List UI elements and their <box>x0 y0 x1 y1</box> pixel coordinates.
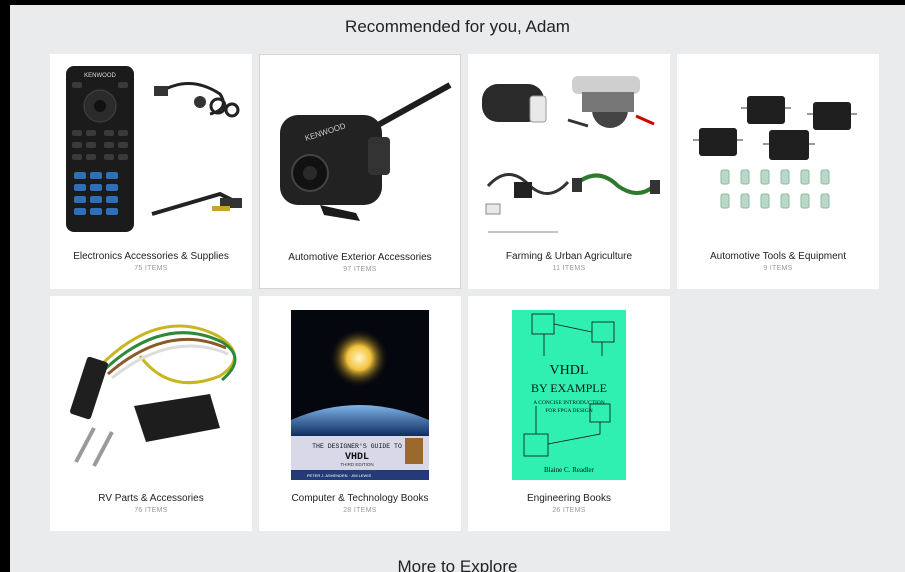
svg-text:FOR FPGA DESIGN: FOR FPGA DESIGN <box>545 408 592 414</box>
category-count: 76 ITEMS <box>134 507 168 514</box>
category-card-electronics[interactable]: KENWOOD Electronics Accessories & Suppli… <box>50 54 252 289</box>
svg-text:PETER J. ASHENDEN · JIM LEWIS: PETER J. ASHENDEN · JIM LEWIS <box>307 473 372 478</box>
category-name: Engineering Books <box>527 493 611 504</box>
category-image: THE DESIGNER'S GUIDE TO VHDL THIRD EDITI… <box>259 296 461 486</box>
category-count: 97 ITEMS <box>343 266 377 273</box>
svg-text:A CONCISE INTRODUCTION: A CONCISE INTRODUCTION <box>533 400 605 406</box>
category-count: 11 ITEMS <box>552 265 586 272</box>
category-image: KENWOOD <box>50 54 252 244</box>
category-name: Automotive Tools & Equipment <box>709 251 846 262</box>
category-image <box>50 296 252 486</box>
category-image: KENWOOD <box>260 55 460 245</box>
svg-text:VHDL: VHDL <box>550 363 589 378</box>
category-name: RV Parts & Accessories <box>98 493 204 504</box>
category-count: 9 ITEMS <box>763 265 793 272</box>
category-card-automotive-exterior[interactable]: KENWOOD Automotive Exterior Accessories … <box>259 54 461 289</box>
category-name: Automotive Exterior Accessories <box>288 252 432 263</box>
svg-text:THE DESIGNER'S GUIDE TO: THE DESIGNER'S GUIDE TO <box>312 443 402 450</box>
category-card-farming[interactable]: Farming & Urban Agriculture 11 ITEMS <box>468 54 670 289</box>
category-name: Electronics Accessories & Supplies <box>73 251 229 262</box>
category-card-rv-parts[interactable]: RV Parts & Accessories 76 ITEMS <box>50 296 252 531</box>
category-card-computer-books[interactable]: THE DESIGNER'S GUIDE TO VHDL THIRD EDITI… <box>259 296 461 531</box>
category-card-engineering-books[interactable]: VHDL BY EXAMPLE A CONCISE INTRODUCTION F… <box>468 296 670 531</box>
svg-text:Blaine C. Readler: Blaine C. Readler <box>544 466 595 474</box>
more-to-explore-heading: More to Explore <box>397 557 518 572</box>
category-card-automotive-tools[interactable]: Automotive Tools & Equipment 9 ITEMS <box>677 54 879 289</box>
svg-text:KENWOOD: KENWOOD <box>84 73 116 79</box>
category-image: VHDL BY EXAMPLE A CONCISE INTRODUCTION F… <box>468 296 670 486</box>
page: Recommended for you, Adam KENWOOD Electr… <box>10 5 905 572</box>
page-title: Recommended for you, Adam <box>345 17 570 36</box>
category-count: 28 ITEMS <box>343 507 377 514</box>
category-image <box>468 54 670 244</box>
category-count: 26 ITEMS <box>552 507 586 514</box>
svg-text:THIRD EDITION: THIRD EDITION <box>340 462 373 467</box>
svg-text:BY EXAMPLE: BY EXAMPLE <box>531 381 607 395</box>
category-name: Computer & Technology Books <box>291 493 429 504</box>
category-name: Farming & Urban Agriculture <box>505 251 633 262</box>
category-image <box>677 54 879 244</box>
category-count: 75 ITEMS <box>134 265 168 272</box>
